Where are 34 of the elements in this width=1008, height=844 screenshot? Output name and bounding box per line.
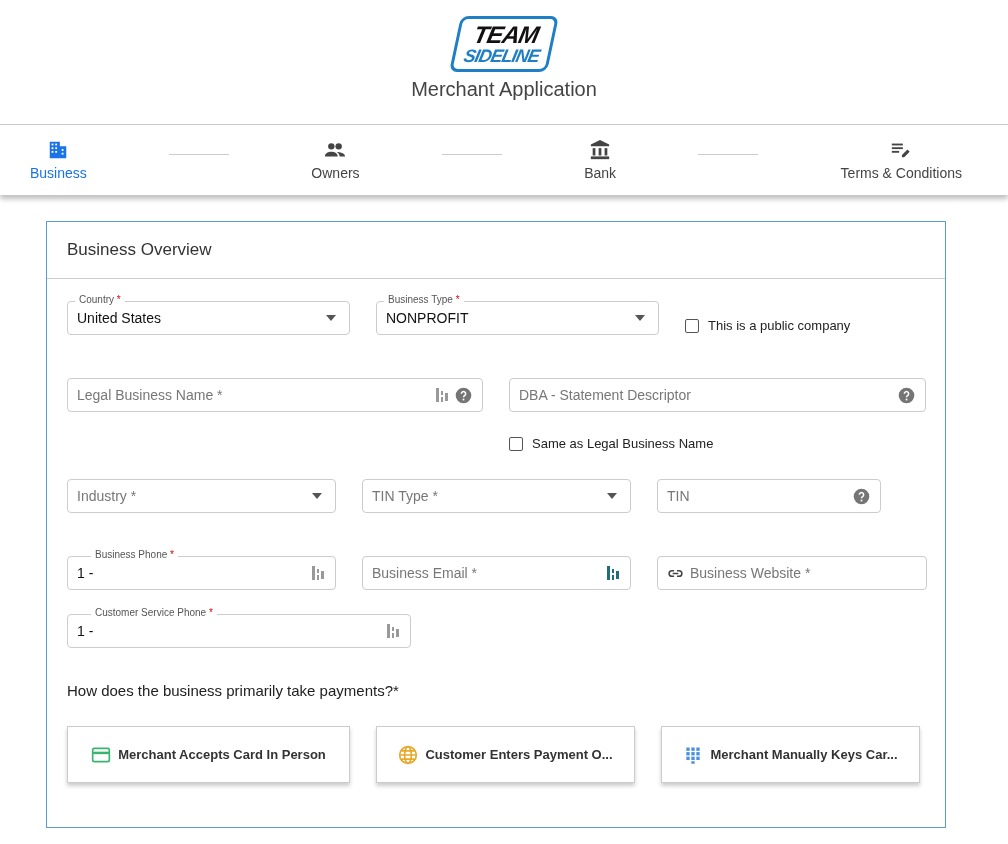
- field-label: Business Type *: [384, 294, 464, 306]
- section-title: Business Overview: [67, 240, 212, 260]
- field-label: Country *: [75, 294, 125, 306]
- step-tab[interactable]: Bank: [584, 139, 617, 181]
- payment-option-button[interactable]: Merchant Accepts Card In Person: [67, 726, 350, 783]
- globe-icon: [398, 744, 419, 765]
- input-field[interactable]: Legal Business Name *: [67, 378, 483, 412]
- bank-icon: [589, 139, 612, 161]
- caret-icon: [312, 493, 322, 499]
- select-field[interactable]: Industry *: [67, 479, 336, 513]
- input-field[interactable]: Business Website *: [657, 556, 927, 590]
- field-label: Business Phone *: [91, 549, 178, 561]
- page-title: Merchant Application: [411, 78, 597, 101]
- input-field[interactable]: DBA - Statement Descriptor: [509, 378, 926, 412]
- checkbox-option[interactable]: This is a public company: [685, 318, 945, 333]
- help-icon: [853, 487, 870, 505]
- caret-icon: [326, 315, 336, 321]
- checkbox-option[interactable]: Same as Legal Business Name: [509, 436, 809, 451]
- field-label: Customer Service Phone *: [91, 607, 217, 619]
- input-field[interactable]: TIN: [657, 479, 881, 513]
- caret-icon: [607, 493, 617, 499]
- step-tab[interactable]: Business: [30, 139, 87, 181]
- logo-text: SIDELINE: [462, 47, 541, 65]
- input-field[interactable]: Business Email *: [362, 556, 631, 590]
- question-text: How does the business primarily take payments?*: [67, 682, 400, 699]
- select-field[interactable]: TIN Type *: [362, 479, 631, 513]
- caret-icon: [635, 315, 645, 321]
- payment-option-button[interactable]: Merchant Manually Keys Car...: [661, 726, 920, 783]
- logo-text: TEAM: [471, 23, 541, 47]
- payment-option-button[interactable]: Customer Enters Payment O...: [376, 726, 635, 783]
- step-tab[interactable]: Terms & Conditions: [840, 139, 962, 181]
- help-icon: [455, 386, 472, 404]
- step-tab[interactable]: Owners: [311, 139, 360, 181]
- help-icon: [898, 386, 915, 404]
